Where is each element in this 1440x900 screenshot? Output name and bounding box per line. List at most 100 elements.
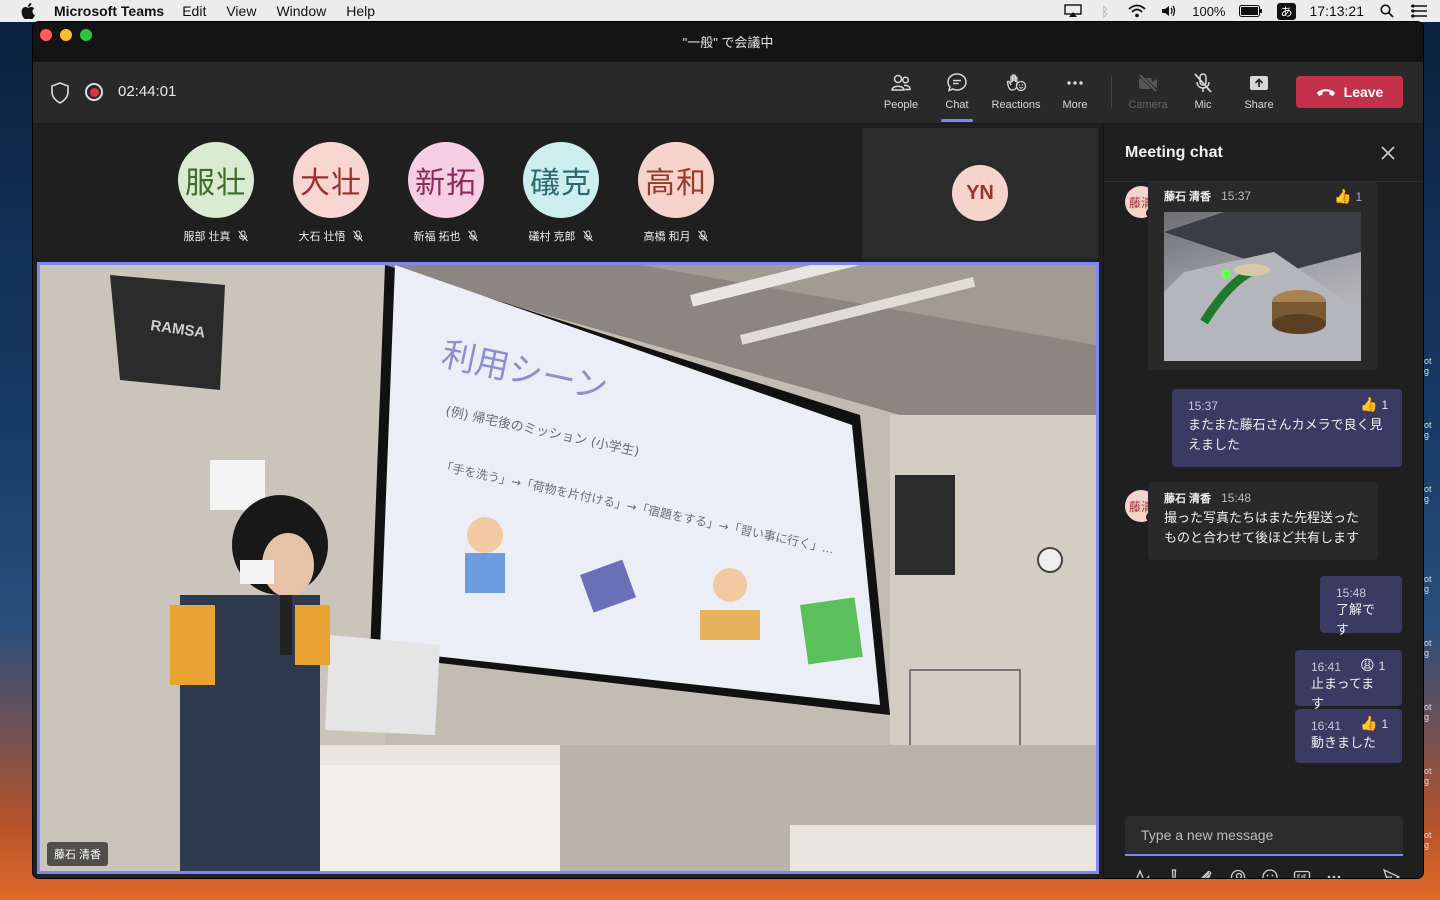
chat-button[interactable]: Chat xyxy=(928,72,986,122)
more-button[interactable]: More xyxy=(1046,72,1104,116)
airplay-icon[interactable] xyxy=(1064,4,1082,18)
desktop-fragment: ot g xyxy=(1424,830,1432,850)
video-scene: RAMSA 利用シーン (例) 帰宅後のミッション (小学生) 「手を洗う」→「… xyxy=(40,265,1096,871)
chat-message[interactable]: 藤石 清香 15:37 xyxy=(1148,182,1378,370)
participant-name-row: 高橋 和月 xyxy=(643,228,708,244)
participant-tile[interactable]: 礒克 礒村 克郎 xyxy=(523,142,599,244)
meeting-toolbar: 02:44:01 People Chat Reactions More Came… xyxy=(33,62,1423,124)
zoom-window-button[interactable] xyxy=(80,29,92,41)
control-center-icon[interactable] xyxy=(1410,4,1428,18)
message-image[interactable] xyxy=(1164,212,1361,361)
apple-icon[interactable] xyxy=(20,3,36,19)
more-options-icon[interactable] xyxy=(1324,868,1343,878)
share-button[interactable]: Share xyxy=(1230,72,1288,116)
compose-placeholder: Type a new message xyxy=(1141,827,1274,843)
menu-window[interactable]: Window xyxy=(276,3,326,19)
send-icon[interactable] xyxy=(1381,868,1400,878)
meeting-timer: 02:44:01 xyxy=(118,83,177,100)
camera-label: Camera xyxy=(1128,99,1168,111)
active-tab-indicator xyxy=(941,119,973,122)
message-reaction[interactable]: 👍 1 xyxy=(1334,188,1362,205)
camera-button[interactable]: Camera xyxy=(1119,72,1177,116)
self-avatar: YN xyxy=(952,165,1008,221)
chat-message[interactable]: 15:48 了解です xyxy=(1320,576,1402,637)
message-reaction[interactable]: 👍 1 xyxy=(1360,396,1388,413)
shield-icon[interactable] xyxy=(50,82,70,104)
participant-name-row: 服部 壮真 xyxy=(183,228,248,244)
message-reaction[interactable]: 😩 1 xyxy=(1360,657,1385,674)
people-button[interactable]: People xyxy=(872,72,930,116)
mic-off-icon xyxy=(352,230,363,242)
input-method-indicator[interactable]: あ xyxy=(1277,2,1296,20)
share-icon xyxy=(1250,76,1268,90)
people-icon xyxy=(891,74,911,91)
battery-icon[interactable] xyxy=(1239,4,1263,18)
participant-avatar: 礒克 xyxy=(523,142,599,218)
emoji-icon[interactable] xyxy=(1260,868,1279,878)
desktop-fragment: ot g xyxy=(1424,574,1432,594)
menu-app-name[interactable]: Microsoft Teams xyxy=(54,3,164,19)
meeting-stage: 服壮 服部 壮真 大壮 大石 壮悟 新拓 新福 拓也 礒克 礒村 克郎 高和 高… xyxy=(33,124,1103,878)
volume-icon[interactable] xyxy=(1160,4,1178,18)
hang-up-icon xyxy=(1316,89,1335,96)
participant-name-row: 新福 拓也 xyxy=(413,228,478,244)
window-titlebar[interactable]: "一般" で会議中 xyxy=(33,22,1423,62)
minimize-window-button[interactable] xyxy=(60,29,72,41)
participant-name-row: 大石 壮悟 xyxy=(298,228,363,244)
message-sender: 藤石 清香 15:48 xyxy=(1164,491,1252,505)
gif-icon[interactable] xyxy=(1292,868,1311,878)
participant-avatar: 大壮 xyxy=(293,142,369,218)
desktop-fragment: ot g xyxy=(1424,420,1432,440)
desktop-fragment: ot g xyxy=(1424,638,1432,658)
spotlight-search-icon[interactable] xyxy=(1378,4,1396,18)
desktop-fragment: ot g xyxy=(1424,356,1432,376)
message-text: 撮った写真たちはまた先程送ったものと合わせて後ほど共有します xyxy=(1164,510,1360,545)
main-video-feed[interactable]: RAMSA 利用シーン (例) 帰宅後のミッション (小学生) 「手を洗う」→「… xyxy=(37,262,1099,874)
reactions-icon xyxy=(1006,74,1027,92)
important-icon[interactable] xyxy=(1164,868,1183,878)
speaker-name-label: 藤石 清香 xyxy=(47,842,109,866)
meeting-chat-panel: Meeting chat 藤清 藤石 清香 15:37 👍 1 15:37 また… xyxy=(1103,124,1423,878)
participant-tile[interactable]: 服壮 服部 壮真 xyxy=(178,142,254,244)
chat-message[interactable]: 16:41 止まってます xyxy=(1295,650,1402,711)
desktop-fragment: ot g xyxy=(1424,702,1432,722)
wifi-icon[interactable] xyxy=(1128,4,1146,18)
bluetooth-icon[interactable]: ᛒ xyxy=(1096,4,1114,19)
menu-view[interactable]: View xyxy=(226,3,256,19)
menu-edit[interactable]: Edit xyxy=(182,3,206,19)
loop-icon[interactable] xyxy=(1228,868,1247,878)
message-text: 止まってます xyxy=(1311,676,1375,711)
message-time: 15:48 xyxy=(1221,491,1252,505)
attach-icon[interactable] xyxy=(1196,868,1215,878)
menubar-clock[interactable]: 17:13:21 xyxy=(1310,3,1365,19)
chat-label: Chat xyxy=(945,99,969,111)
chat-title: Meeting chat xyxy=(1125,143,1223,161)
reactions-label: Reactions xyxy=(991,99,1041,111)
leave-button[interactable]: Leave xyxy=(1296,76,1403,108)
participant-avatar: 服壮 xyxy=(178,142,254,218)
participant-tile[interactable]: 高和 高橋 和月 xyxy=(638,142,714,244)
reactions-button[interactable]: Reactions xyxy=(986,72,1046,116)
chat-message[interactable]: 藤石 清香 15:48 撮った写真たちはまた先程送ったものと合わせて後ほど共有しま… xyxy=(1148,482,1378,560)
menu-help[interactable]: Help xyxy=(346,3,375,19)
close-window-button[interactable] xyxy=(40,29,52,41)
participant-name: 礒村 克郎 xyxy=(528,231,576,243)
participant-tile[interactable]: 新拓 新福 拓也 xyxy=(408,142,484,244)
format-icon[interactable] xyxy=(1132,868,1151,878)
chat-header: Meeting chat xyxy=(1104,124,1423,182)
window-title: "一般" で会議中 xyxy=(682,34,774,50)
message-compose-input[interactable]: Type a new message xyxy=(1125,816,1403,856)
mic-button[interactable]: Mic xyxy=(1174,72,1232,116)
message-time: 15:48 xyxy=(1336,586,1367,600)
self-video-tile[interactable]: YN xyxy=(862,128,1098,258)
message-text: 動きました xyxy=(1311,735,1377,750)
mic-off-icon xyxy=(582,230,593,242)
more-icon xyxy=(1067,81,1083,85)
compose-toolbar xyxy=(1132,866,1400,878)
participant-tile[interactable]: 大壮 大石 壮悟 xyxy=(293,142,369,244)
close-icon[interactable] xyxy=(1379,144,1397,162)
message-text: またまた藤石さんカメラで良く見えました xyxy=(1188,417,1383,452)
ramsa-speaker: RAMSA xyxy=(110,275,225,390)
participant-name: 大石 壮悟 xyxy=(298,231,346,243)
message-reaction[interactable]: 👍 1 xyxy=(1360,715,1388,732)
